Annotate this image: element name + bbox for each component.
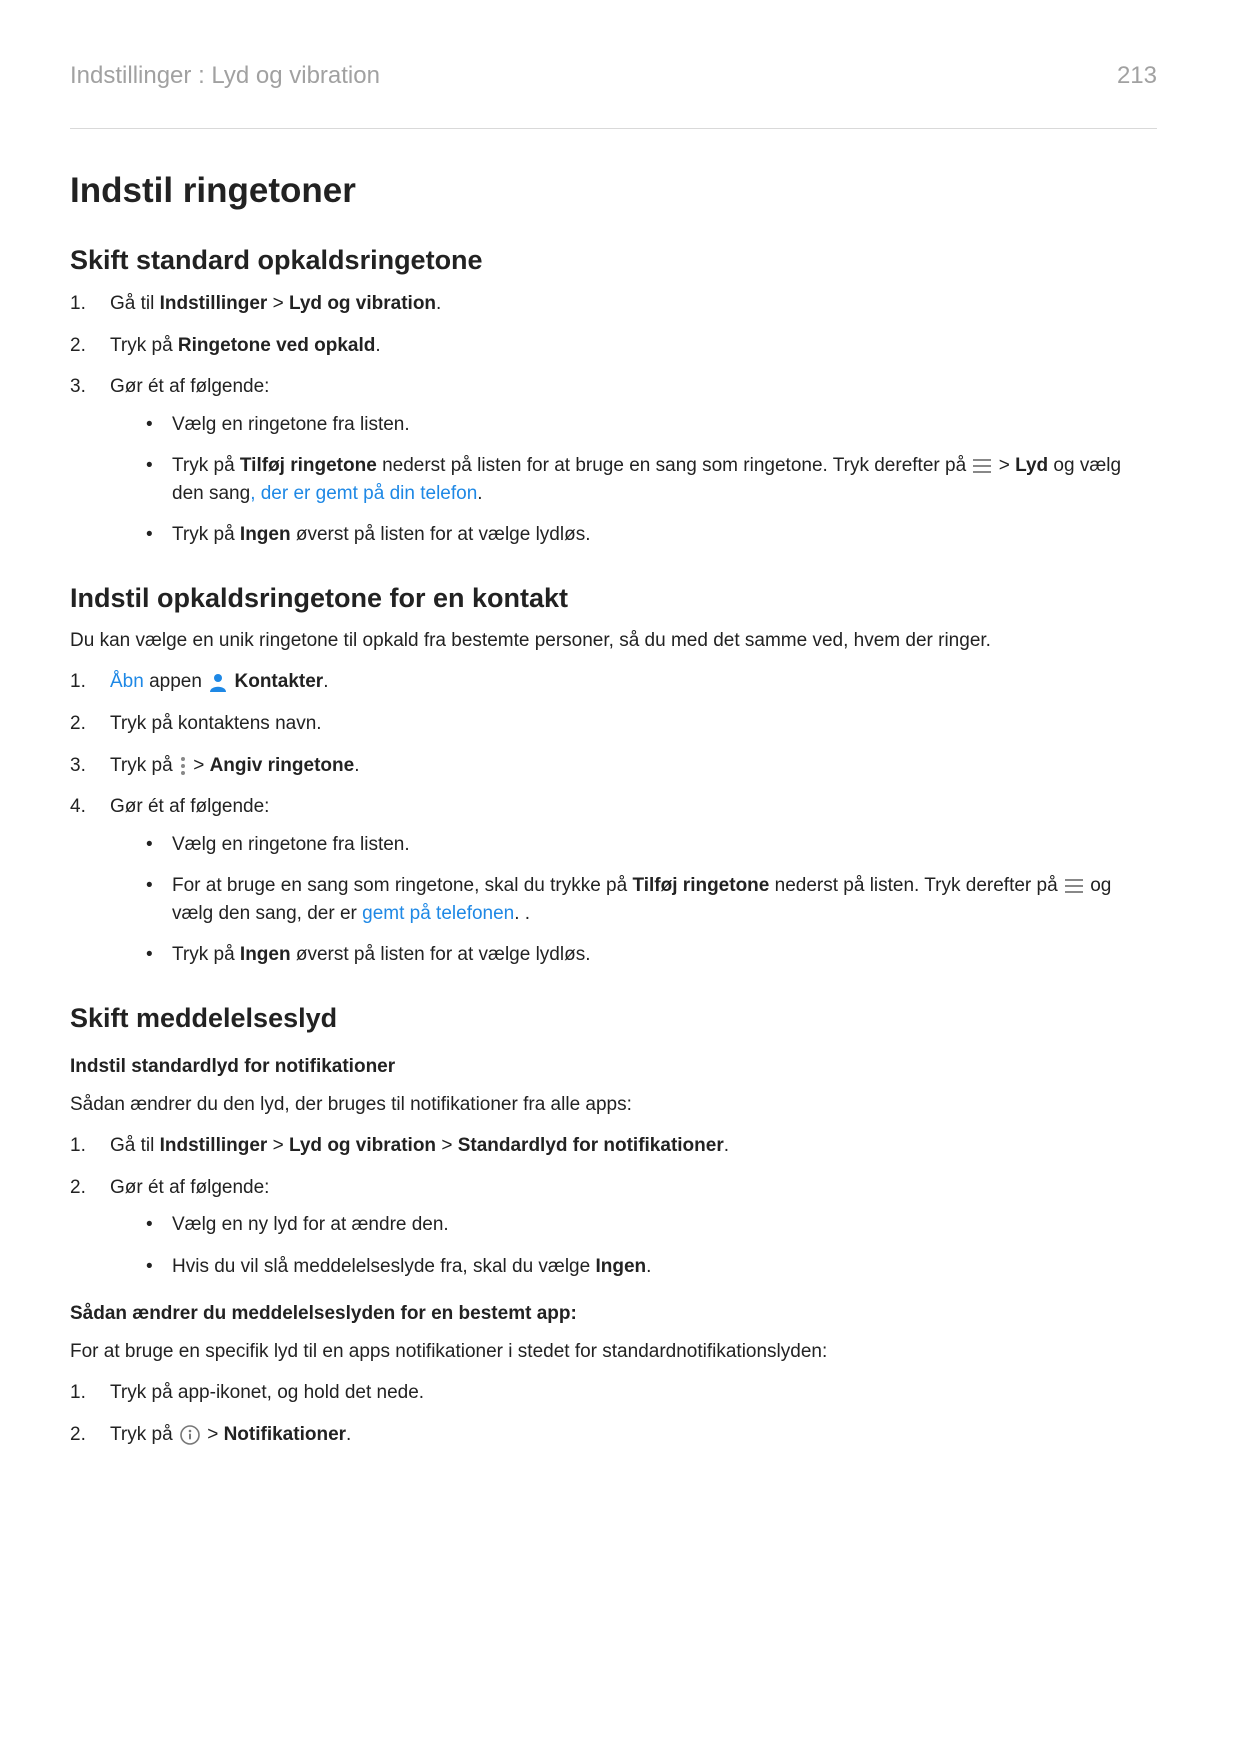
subsection-app-notification-sound: Sådan ændrer du meddelelseslyden for en … [70,1303,1157,1325]
step-1: Åbn appen Kontakter. [70,668,1157,696]
step-2: Gør ét af følgende: Vælg en ny lyd for a… [70,1174,1157,1281]
steps-app-notification: Tryk på app-ikonet, og hold det nede. Tr… [70,1379,1157,1448]
label-sound-vibration: Lyd og vibration [289,293,436,314]
info-circle-icon [180,1425,200,1445]
step-2: Tryk på kontaktens navn. [70,710,1157,738]
link-saved-on-phone[interactable]: gemt på telefonen [362,903,514,924]
section-title-contact-ringtone: Indstil opkaldsringetone for en kontakt [70,583,1157,614]
link-open[interactable]: Åbn [110,671,144,692]
step-2: Tryk på Ringetone ved opkald. [70,332,1157,360]
default-notification-intro: Sådan ændrer du den lyd, der bruges til … [70,1092,1157,1119]
label-notifications: Notifikationer [224,1424,346,1445]
link-settings[interactable]: Indstillinger [160,293,268,314]
option-none-silent: Tryk på Ingen øverst på listen for at væ… [110,941,1157,969]
option-none-silent: Tryk på Ingen øverst på listen for at væ… [110,521,1157,549]
section-title-change-default-ringtone: Skift standard opkaldsringetone [70,245,1157,276]
step-4: Gør ét af følgende: Vælg en ringetone fr… [70,793,1157,969]
page: Indstillinger : Lyd og vibration 213 Ind… [0,0,1241,1754]
step-3-options: Vælg en ringetone fra listen. Tryk på Ti… [110,411,1157,549]
step-3: Tryk på > Angiv ringetone. [70,752,1157,780]
section-title-notification-sound: Skift meddelelseslyd [70,1003,1157,1034]
breadcrumb: Indstillinger : Lyd og vibration [70,62,380,90]
contact-ringtone-intro: Du kan vælge en unik ringetone til opkal… [70,628,1157,655]
steps-change-default-ringtone: Gå til Indstillinger > Lyd og vibration.… [70,290,1157,549]
option-select-from-list: Vælg en ringetone fra listen. [110,411,1157,439]
label-call-ringtone: Ringetone ved opkald [178,335,375,356]
page-title: Indstil ringetoner [70,171,1157,211]
steps-default-notification: Gå til Indstillinger > Lyd og vibration … [70,1132,1157,1280]
link-settings[interactable]: Indstillinger [160,1135,268,1156]
page-number: 213 [1117,62,1157,90]
option-add-ringtone: Tryk på Tilføj ringetone nederst på list… [110,452,1157,507]
option-disable-sound: Hvis du vil slå meddelelseslyde fra, ska… [110,1253,1157,1281]
steps-contact-ringtone: Åbn appen Kontakter. Tryk på kontaktens … [70,668,1157,968]
subsection-default-notification-sound: Indstil standardlyd for notifikationer [70,1056,1157,1078]
label-set-ringtone: Angiv ringetone [210,755,355,776]
step-2-options: Vælg en ny lyd for at ændre den. Hvis du… [110,1211,1157,1280]
option-select-from-list: Vælg en ringetone fra listen. [110,831,1157,859]
step-4-options: Vælg en ringetone fra listen. For at bru… [110,831,1157,969]
step-3: Gør ét af følgende: Vælg en ringetone fr… [70,373,1157,549]
label-contacts-app: Kontakter [235,671,324,692]
app-notification-intro: For at bruge en specifik lyd til en apps… [70,1339,1157,1366]
link-saved-on-phone[interactable]: , der er gemt på din telefon [250,483,477,504]
step-1: Gå til Indstillinger > Lyd og vibration. [70,290,1157,318]
contacts-app-icon [209,672,227,692]
option-select-new-sound: Vælg en ny lyd for at ændre den. [110,1211,1157,1239]
page-header: Indstillinger : Lyd og vibration 213 [70,62,1157,129]
hamburger-menu-icon [1065,879,1083,893]
option-add-ringtone: For at bruge en sang som ringetone, skal… [110,872,1157,927]
overflow-menu-icon [180,756,186,776]
hamburger-menu-icon [973,459,991,473]
step-2: Tryk på > Notifikationer. [70,1421,1157,1449]
step-1: Tryk på app-ikonet, og hold det nede. [70,1379,1157,1407]
step-1: Gå til Indstillinger > Lyd og vibration … [70,1132,1157,1160]
